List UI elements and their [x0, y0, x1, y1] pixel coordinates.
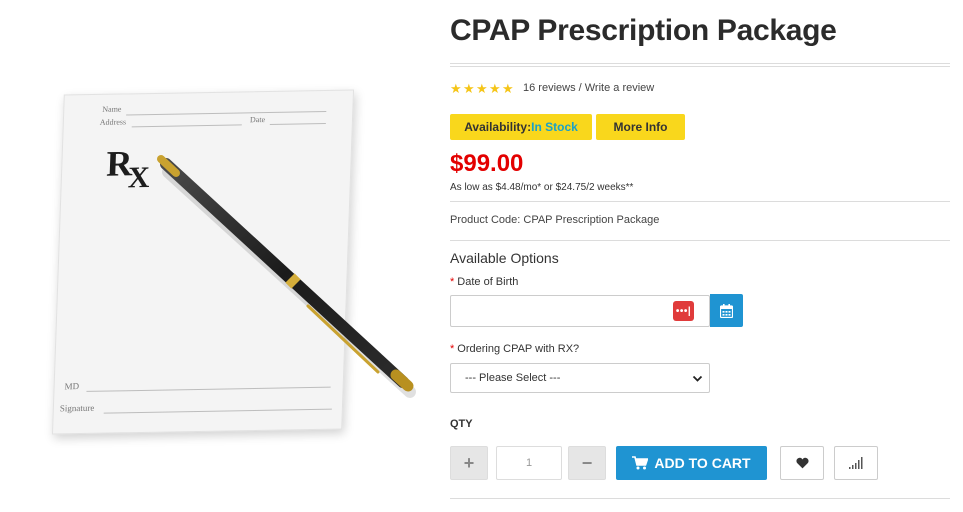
heart-icon	[795, 457, 809, 469]
product-image: Name Address Date RX MD Signature	[18, 80, 428, 480]
add-to-cart-button[interactable]: ADD TO CART	[616, 446, 767, 480]
more-info-button[interactable]: More Info	[596, 114, 685, 140]
product-price: $99.00	[450, 150, 524, 177]
star-rating: ★ ★ ★ ★ ★	[450, 82, 515, 95]
ordering-label: * Ordering CPAP with RX?	[450, 343, 580, 355]
date-of-birth-input[interactable]	[450, 295, 710, 327]
reviews-separator: /	[575, 82, 585, 94]
bar-chart-icon	[849, 457, 863, 469]
qty-label: QTY	[450, 418, 473, 430]
title-divider	[450, 63, 950, 67]
qty-input[interactable]: 1	[496, 446, 562, 480]
divider	[450, 240, 950, 241]
dob-label: * Date of Birth	[450, 276, 519, 288]
chevron-down-icon	[692, 375, 703, 382]
badge-row: Availability: In Stock More Info	[450, 114, 685, 140]
pen-illustration	[157, 155, 416, 398]
qty-increment-button[interactable]: +	[450, 446, 488, 480]
star-icon: ★	[450, 80, 462, 96]
star-icon: ★	[463, 80, 475, 96]
required-mark: *	[450, 276, 455, 288]
calendar-icon	[720, 303, 733, 318]
compare-button[interactable]	[834, 446, 878, 480]
availability-label: Availability:	[464, 120, 532, 134]
financing-text: As low as $4.48/mo* or $24.75/2 weeks**	[450, 182, 634, 193]
required-mark: *	[450, 343, 455, 355]
divider	[450, 201, 950, 202]
options-heading: Available Options	[450, 250, 559, 266]
ordering-cpap-select[interactable]: --- Please Select ---	[450, 363, 710, 393]
product-code: Product Code: CPAP Prescription Package	[450, 214, 660, 226]
divider	[450, 498, 950, 499]
qty-decrement-button[interactable]: −	[568, 446, 606, 480]
reviews-link[interactable]: 16 reviews	[523, 82, 576, 94]
add-to-cart-label: ADD TO CART	[654, 455, 751, 471]
wishlist-button[interactable]	[780, 446, 824, 480]
shopping-cart-icon	[632, 456, 649, 470]
product-title: CPAP Prescription Package	[450, 14, 837, 47]
availability-value: In Stock	[531, 120, 578, 134]
input-options-icon[interactable]: •••|	[673, 301, 694, 321]
star-icon: ★	[489, 80, 501, 96]
rating-row: ★ ★ ★ ★ ★ 16 reviews / Write a review	[450, 80, 654, 96]
star-icon: ★	[476, 80, 488, 96]
select-value: --- Please Select ---	[465, 372, 561, 384]
star-icon: ★	[502, 80, 514, 96]
write-review-link[interactable]: Write a review	[585, 82, 654, 94]
reviews-summary: 16 reviews / Write a review	[523, 82, 654, 94]
availability-badge: Availability: In Stock	[450, 114, 592, 140]
calendar-button[interactable]	[710, 294, 743, 327]
